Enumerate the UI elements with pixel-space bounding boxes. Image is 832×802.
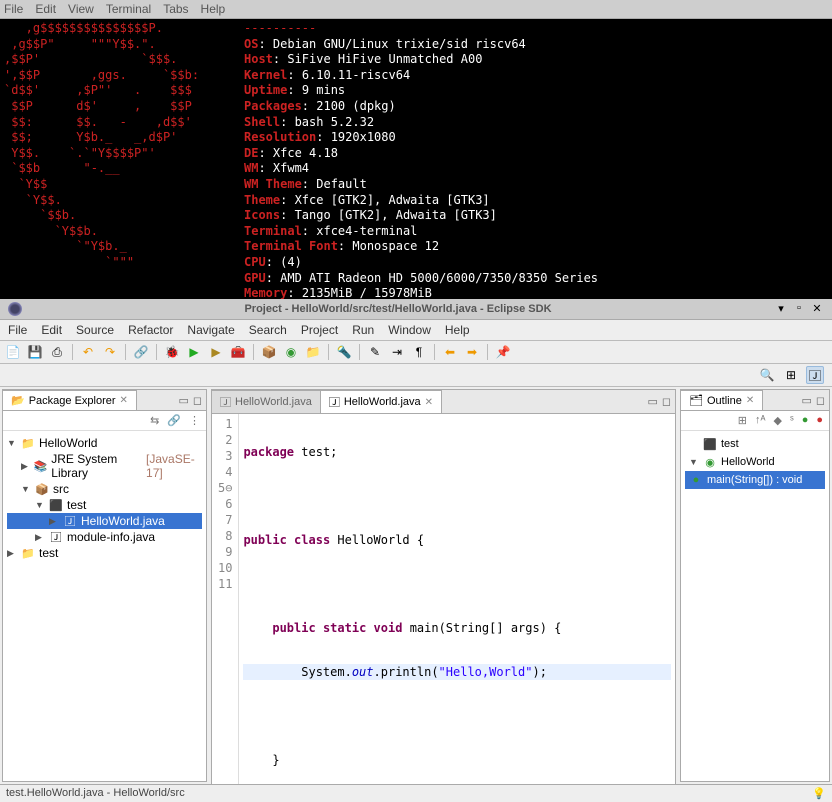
eclipse-titlebar: Project - HelloWorld/src/test/HelloWorld… — [0, 299, 832, 320]
menu-refactor[interactable]: Refactor — [128, 323, 173, 337]
menu-terminal[interactable]: Terminal — [106, 2, 151, 16]
view-menu-icon[interactable]: ⋮ — [187, 413, 202, 428]
close-icon[interactable]: ✕ — [746, 395, 754, 406]
status-text: test.HelloWorld.java - HelloWorld/src — [6, 787, 185, 800]
outline-panel: 🗂Outline✕ ▭ ◻ ⊞ ↑ᴬ ◆ ˢ ● ● ⬛test ▼◉HelloW… — [680, 389, 830, 782]
new-src-icon[interactable]: 📁 — [304, 343, 322, 361]
menu-navigate[interactable]: Navigate — [187, 323, 234, 337]
system-info: ----------OS: Debian GNU/Linux trixie/si… — [244, 21, 828, 297]
pin-icon[interactable]: 📌 — [494, 343, 512, 361]
code-editor[interactable]: 12345⊖67891011 package test; public clas… — [212, 414, 675, 784]
menu-edit[interactable]: Edit — [35, 2, 56, 16]
editor-tab-1[interactable]: 🄹HelloWorld.java — [212, 390, 321, 413]
hide-nonpublic-icon[interactable]: ● — [800, 413, 811, 428]
open-perspective-icon[interactable]: ⊞ — [782, 366, 800, 384]
debug-icon[interactable]: 🐞 — [163, 343, 181, 361]
minimize-button[interactable]: ▾ — [774, 302, 788, 316]
coverage-icon[interactable]: ▶ — [207, 343, 225, 361]
hide-local-icon[interactable]: ● — [814, 413, 825, 428]
menu-window[interactable]: Window — [388, 323, 431, 337]
open-type-icon[interactable]: 🔗 — [132, 343, 150, 361]
outline-pkg[interactable]: ⬛test — [685, 435, 825, 453]
saveall-icon[interactable]: ⎙ — [48, 343, 66, 361]
outline-class[interactable]: ▼◉HelloWorld — [685, 453, 825, 471]
package-explorer-tab[interactable]: 📂Package Explorer✕ — [3, 390, 137, 410]
new-icon[interactable]: 📄 — [4, 343, 22, 361]
menu-view[interactable]: View — [68, 2, 94, 16]
menu-project[interactable]: Project — [301, 323, 338, 337]
new-pkg-icon[interactable]: 📦 — [260, 343, 278, 361]
nav-back-icon[interactable]: ⬅ — [441, 343, 459, 361]
tree-test-proj[interactable]: ▶📁test — [7, 545, 202, 561]
search-icon[interactable]: 🔦 — [335, 343, 353, 361]
ext-tools-icon[interactable]: 🧰 — [229, 343, 247, 361]
menu-run[interactable]: Run — [352, 323, 374, 337]
tip-icon[interactable]: 💡 — [812, 787, 826, 800]
package-tree: ▼📁HelloWorld ▶📚JRE System Library [JavaS… — [3, 431, 206, 781]
toggle-block-icon[interactable]: ⇥ — [388, 343, 406, 361]
hide-fields-icon[interactable]: ◆ — [771, 413, 783, 428]
save-icon[interactable]: 💾 — [26, 343, 44, 361]
focus-icon[interactable]: ⊞ — [736, 413, 749, 428]
menu-file[interactable]: File — [4, 2, 23, 16]
editor-panel: 🄹HelloWorld.java 🄹HelloWorld.java✕ ▭ ◻ 12… — [211, 389, 676, 784]
menu-help[interactable]: Help — [201, 2, 226, 16]
main-area: 📂Package Explorer✕ ▭ ◻ ⇆ 🔗 ⋮ ▼📁HelloWorld… — [0, 387, 832, 784]
terminal-output: ,g$$$$$$$$$$$$$$$P. ,g$$P" """Y$$.". ,$$… — [0, 19, 832, 299]
close-button[interactable]: ✕ — [810, 302, 824, 316]
tree-file-hello[interactable]: ▶🄹HelloWorld.java — [7, 513, 202, 529]
tree-project[interactable]: ▼📁HelloWorld — [7, 435, 202, 451]
toggle-ws-icon[interactable]: ¶ — [410, 343, 428, 361]
minimize-panel-icon[interactable]: ▭ — [801, 394, 811, 407]
quick-access-icon[interactable]: 🔍 — [758, 366, 776, 384]
restore-button[interactable]: ▫ — [792, 302, 806, 316]
status-bar: test.HelloWorld.java - HelloWorld/src 💡 — [0, 784, 832, 802]
package-explorer-panel: 📂Package Explorer✕ ▭ ◻ ⇆ 🔗 ⋮ ▼📁HelloWorld… — [2, 389, 207, 782]
menu-search[interactable]: Search — [249, 323, 287, 337]
maximize-panel-icon[interactable]: ◻ — [816, 394, 825, 407]
outline-main[interactable]: ●main(String[]) : void — [685, 471, 825, 489]
minimize-panel-icon[interactable]: ▭ — [178, 394, 188, 407]
menu-tabs[interactable]: Tabs — [163, 2, 188, 16]
toggle-mark-icon[interactable]: ✎ — [366, 343, 384, 361]
tree-src[interactable]: ▼📦src — [7, 481, 202, 497]
tree-module-info[interactable]: ▶🄹module-info.java — [7, 529, 202, 545]
terminal-menubar: File Edit View Terminal Tabs Help — [0, 0, 832, 19]
editor-tab-2[interactable]: 🄹HelloWorld.java✕ — [321, 390, 442, 413]
ascii-art: ,g$$$$$$$$$$$$$$$P. ,g$$P" """Y$$.". ,$$… — [4, 21, 244, 297]
tree-jre[interactable]: ▶📚JRE System Library [JavaSE-17] — [7, 451, 202, 481]
perspective-bar: 🔍 ⊞ 🄹 — [0, 364, 832, 387]
eclipse-menubar: File Edit Source Refactor Navigate Searc… — [0, 320, 832, 341]
sort-icon[interactable]: ↑ᴬ — [753, 413, 767, 428]
line-numbers: 12345⊖67891011 — [212, 414, 239, 784]
undo-icon[interactable]: ↶ — [79, 343, 97, 361]
minimize-panel-icon[interactable]: ▭ — [647, 395, 657, 408]
collapse-all-icon[interactable]: ⇆ — [148, 413, 161, 428]
hide-static-icon[interactable]: ˢ — [788, 413, 796, 428]
menu-source[interactable]: Source — [76, 323, 114, 337]
tree-pkg[interactable]: ▼⬛test — [7, 497, 202, 513]
menu-edit[interactable]: Edit — [41, 323, 62, 337]
nav-fwd-icon[interactable]: ➡ — [463, 343, 481, 361]
run-icon[interactable]: ▶ — [185, 343, 203, 361]
menu-file[interactable]: File — [8, 323, 27, 337]
outline-tab[interactable]: 🗂Outline✕ — [681, 390, 763, 410]
redo-icon[interactable]: ↷ — [101, 343, 119, 361]
menu-help[interactable]: Help — [445, 323, 470, 337]
window-title: Project - HelloWorld/src/test/HelloWorld… — [30, 303, 766, 315]
eclipse-logo-icon — [8, 302, 22, 316]
maximize-panel-icon[interactable]: ◻ — [193, 394, 202, 407]
main-toolbar: 📄 💾 ⎙ ↶ ↷ 🔗 🐞 ▶ ▶ 🧰 📦 ◉ 📁 🔦 ✎ ⇥ ¶ ⬅ ➡ 📌 — [0, 341, 832, 364]
close-icon[interactable]: ✕ — [120, 395, 128, 406]
close-icon[interactable]: ✕ — [425, 397, 433, 408]
link-editor-icon[interactable]: 🔗 — [165, 413, 183, 428]
maximize-panel-icon[interactable]: ◻ — [662, 395, 671, 408]
java-perspective-icon[interactable]: 🄹 — [806, 366, 824, 384]
new-class-icon[interactable]: ◉ — [282, 343, 300, 361]
